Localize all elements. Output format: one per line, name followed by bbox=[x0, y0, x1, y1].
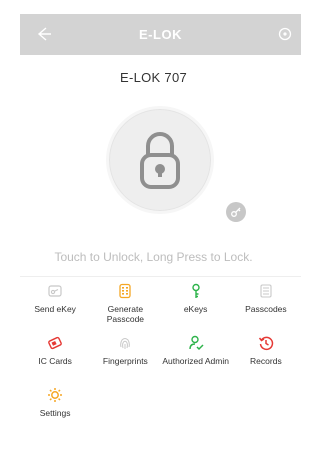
menu-records[interactable]: Records bbox=[231, 334, 301, 386]
authorized-admin-icon bbox=[187, 334, 205, 352]
padlock-icon bbox=[140, 132, 180, 189]
menu-generate-passcode[interactable]: Generate Passcode bbox=[90, 282, 160, 334]
lock-area bbox=[0, 100, 307, 240]
menu-settings[interactable]: Settings bbox=[20, 386, 90, 438]
page-title: E-LOK bbox=[139, 27, 182, 42]
ekeys-icon bbox=[187, 282, 205, 300]
unlock-button[interactable] bbox=[106, 106, 214, 214]
menu-send-ekey[interactable]: Send eKey bbox=[20, 282, 90, 334]
target-icon[interactable] bbox=[277, 26, 293, 42]
menu-ic-cards[interactable]: IC Cards bbox=[20, 334, 90, 386]
divider bbox=[20, 276, 301, 277]
menu-label: IC Cards bbox=[38, 356, 72, 366]
key-badge-icon[interactable] bbox=[226, 202, 246, 222]
menu-label: Passcodes bbox=[245, 304, 287, 314]
menu-ekeys[interactable]: eKeys bbox=[161, 282, 231, 334]
fingerprint-icon bbox=[116, 334, 134, 352]
menu-label: Send eKey bbox=[34, 304, 76, 314]
menu-authorized-admin[interactable]: Authorized Admin bbox=[161, 334, 231, 386]
menu-passcodes[interactable]: Passcodes bbox=[231, 282, 301, 334]
lock-name: E-LOK 707 bbox=[119, 70, 187, 85]
ic-cards-icon bbox=[46, 334, 64, 352]
send-ekey-icon bbox=[46, 282, 64, 300]
menu-label: Generate Passcode bbox=[106, 304, 145, 324]
menu-label: eKeys bbox=[183, 304, 208, 314]
records-icon bbox=[257, 334, 275, 352]
settings-icon bbox=[46, 386, 64, 404]
back-arrow-icon[interactable] bbox=[32, 23, 54, 45]
passcodes-icon bbox=[257, 282, 275, 300]
menu-label: Settings bbox=[39, 408, 71, 418]
feature-grid: Send eKey Generate Passcode eKeys Passco… bbox=[20, 282, 301, 438]
menu-label: Fingerprints bbox=[102, 356, 148, 366]
unlock-hint: Touch to Unlock, Long Press to Lock. bbox=[54, 250, 253, 264]
generate-passcode-icon bbox=[116, 282, 134, 300]
menu-label: Records bbox=[250, 356, 282, 366]
menu-label: Authorized Admin bbox=[162, 356, 229, 366]
menu-fingerprints[interactable]: Fingerprints bbox=[90, 334, 160, 386]
app-header: E-LOK bbox=[20, 14, 301, 55]
